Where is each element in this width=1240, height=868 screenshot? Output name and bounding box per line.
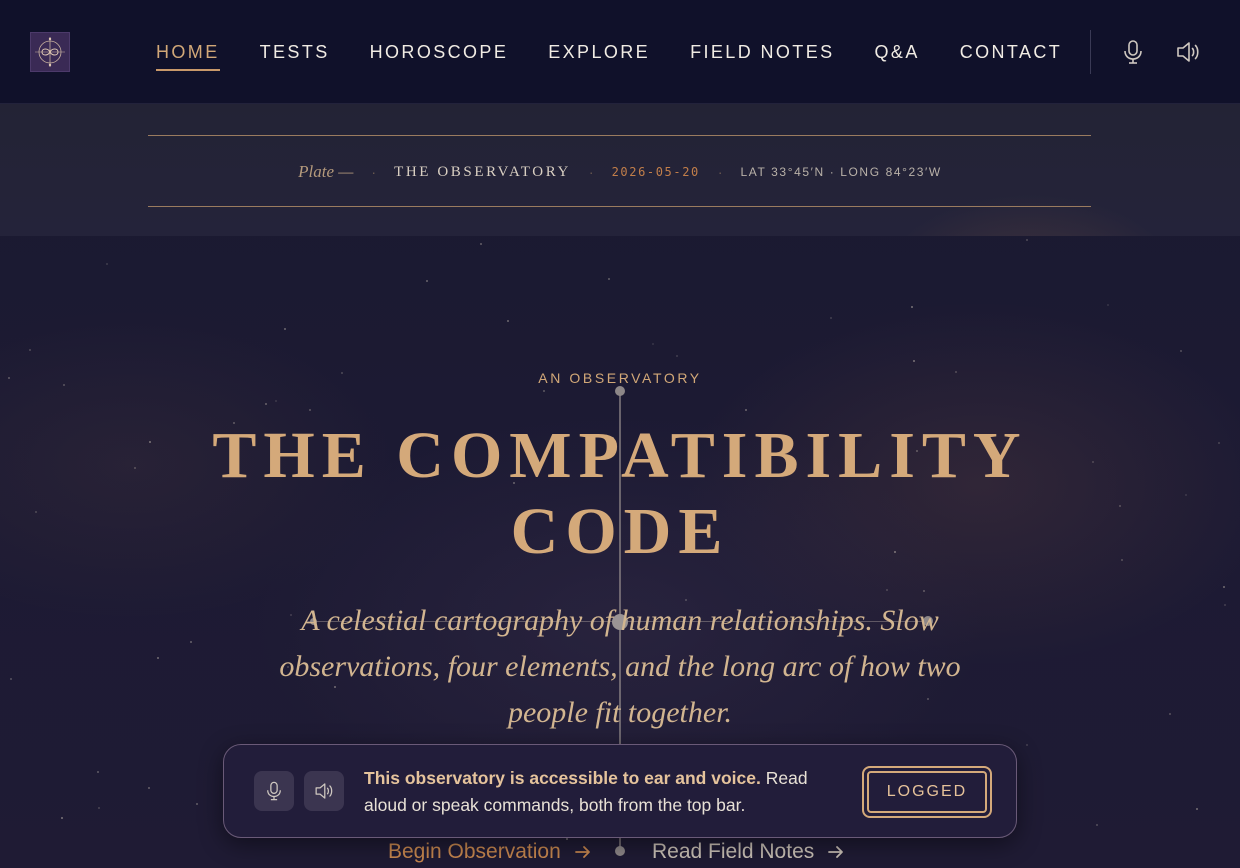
logo[interactable] (30, 32, 70, 72)
nav-tests[interactable]: TESTS (260, 42, 330, 69)
axis-node (615, 386, 625, 396)
star-speck (1119, 505, 1121, 507)
star-speck (1223, 586, 1225, 588)
star-speck (1026, 239, 1028, 241)
main-nav: HOME TESTS HOROSCOPE EXPLORE FIELD NOTES… (156, 42, 1102, 71)
hero-subtitle: A celestial cartography of human relatio… (279, 604, 961, 729)
nav-contact[interactable]: CONTACT (960, 42, 1062, 69)
star-speck (1107, 304, 1109, 306)
arrow-right-icon (828, 846, 844, 858)
read-field-notes-link[interactable]: Read Field Notes (652, 840, 846, 864)
star-speck (886, 589, 888, 591)
logged-button-label: LOGGED (867, 771, 987, 813)
star-speck (913, 360, 915, 362)
star-speck (1092, 461, 1094, 463)
page-title: THE COMPATIBILITY CODE (200, 418, 1040, 570)
star-speck (830, 317, 832, 319)
begin-observation-link[interactable]: Begin Observation (388, 840, 593, 864)
star-speck (1218, 442, 1220, 444)
accessibility-banner: This observatory is accessible to ear an… (223, 744, 1017, 838)
star-speck (1180, 350, 1182, 352)
plate-date: 2026-05-20 (611, 165, 700, 179)
star-speck (923, 590, 925, 592)
plate-coordinates: LAT 33°45′N · LONG 84°23′W (740, 165, 942, 179)
star-speck (1224, 604, 1226, 606)
plate-name: THE OBSERVATORY (394, 163, 571, 180)
star-speck (10, 678, 12, 680)
star-speck (97, 771, 99, 773)
plate-top-rule (148, 135, 1091, 136)
star-speck (265, 403, 267, 405)
read-aloud-button[interactable] (1174, 38, 1202, 66)
star-speck (608, 278, 610, 280)
star-speck (1196, 808, 1198, 810)
star-speck (309, 409, 311, 411)
separator-dot: · (588, 164, 594, 180)
voice-command-button[interactable] (1119, 38, 1147, 66)
star-speck (507, 320, 509, 322)
header-divider (1090, 30, 1091, 74)
nav-horoscope[interactable]: HOROSCOPE (370, 42, 509, 69)
star-speck (157, 657, 159, 659)
separator-dot: · (717, 164, 723, 180)
nav-qa[interactable]: Q&A (875, 42, 920, 69)
star-speck (676, 355, 678, 357)
top-bar: HOME TESTS HOROSCOPE EXPLORE FIELD NOTES… (0, 0, 1240, 104)
star-speck (190, 641, 192, 643)
star-speck (1096, 824, 1098, 826)
nav-explore[interactable]: EXPLORE (548, 42, 650, 69)
read-field-notes-label: Read Field Notes (652, 840, 815, 863)
banner-read-aloud-button[interactable] (304, 771, 344, 811)
star-speck (1185, 494, 1187, 496)
nav-home[interactable]: HOME (156, 42, 220, 71)
logged-button[interactable]: LOGGED (862, 766, 992, 818)
star-speck (426, 280, 428, 282)
star-speck (745, 409, 747, 411)
speaker-icon (1177, 42, 1199, 62)
logo-infinity-compass-icon (35, 37, 65, 67)
banner-message: This observatory is accessible to ear an… (364, 765, 834, 819)
plate-bottom-rule (148, 206, 1091, 207)
axis-node (615, 846, 625, 856)
banner-voice-button[interactable] (254, 771, 294, 811)
plate-caption: Plate — · THE OBSERVATORY · 2026-05-20 ·… (0, 160, 1240, 184)
plate-prefix: Plate — (298, 162, 354, 181)
star-speck (29, 349, 31, 351)
star-speck (134, 467, 136, 469)
star-speck (480, 243, 482, 245)
arrow-right-icon (574, 846, 590, 858)
nav-field-notes[interactable]: FIELD NOTES (690, 42, 834, 69)
star-speck (35, 511, 37, 513)
star-speck (61, 817, 63, 819)
star-speck (148, 787, 150, 789)
star-speck (275, 400, 277, 402)
star-speck (652, 343, 654, 345)
star-speck (1121, 559, 1123, 561)
star-speck (1026, 744, 1028, 746)
microphone-icon (267, 781, 281, 801)
star-speck (196, 803, 198, 805)
speaker-icon (315, 783, 333, 799)
star-speck (543, 390, 545, 392)
star-speck (911, 306, 913, 308)
star-speck (106, 263, 108, 265)
microphone-icon (1124, 40, 1142, 64)
star-speck (149, 441, 151, 443)
page-title-line-1: THE COMPATIBILITY (212, 419, 1028, 492)
hero-eyebrow: AN OBSERVATORY (538, 370, 702, 386)
begin-observation-label: Begin Observation (388, 840, 561, 863)
separator-dot: · (371, 164, 377, 180)
banner-message-bold: This observatory is accessible to ear an… (364, 768, 761, 788)
star-speck (284, 328, 286, 330)
page-title-line-2: CODE (510, 495, 730, 568)
star-speck (1169, 713, 1171, 715)
star-speck (98, 807, 100, 809)
